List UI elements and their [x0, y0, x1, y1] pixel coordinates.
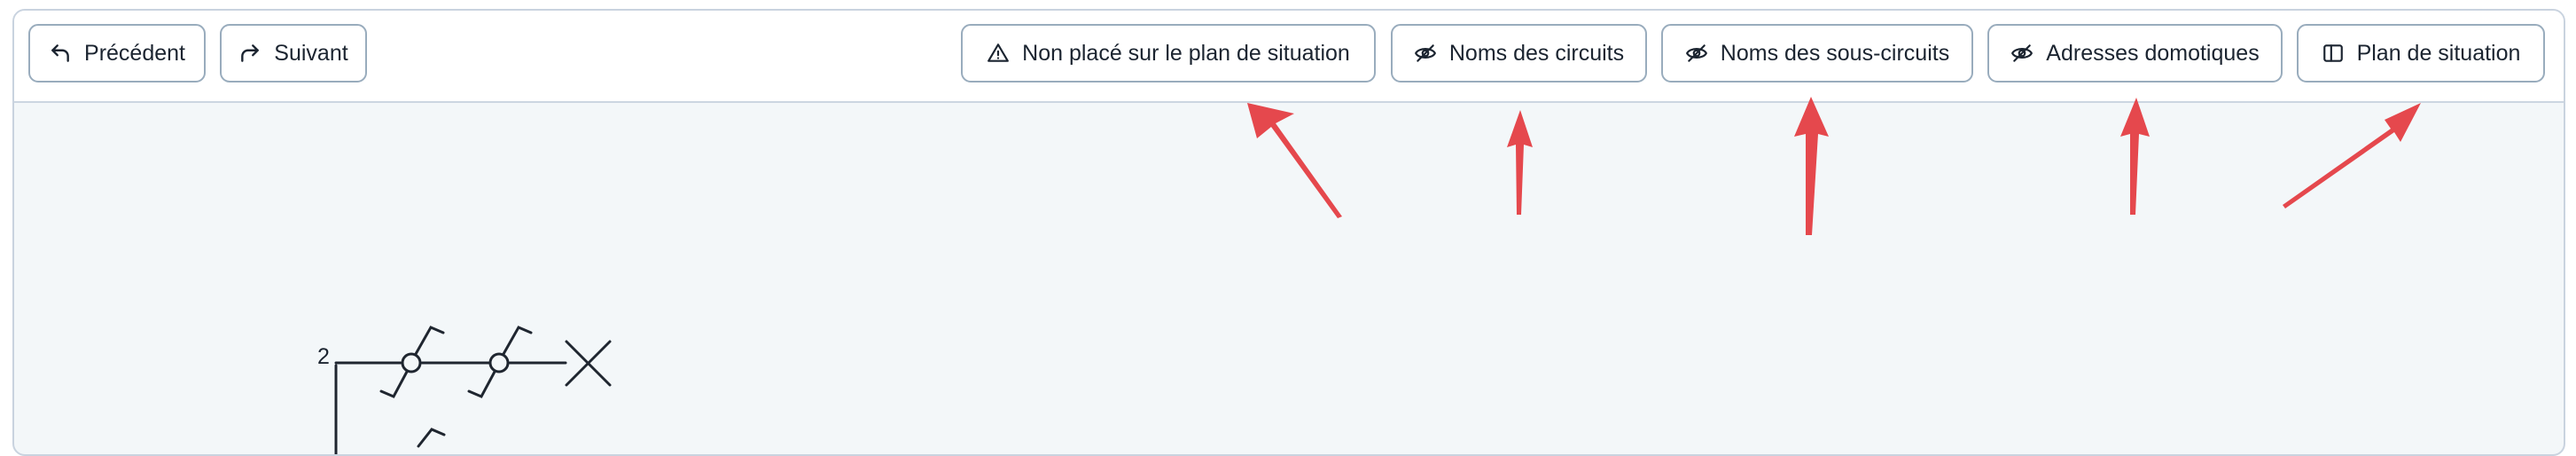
arrow-annotation [2283, 103, 2421, 208]
arrow-annotation [1794, 97, 1829, 235]
annotation-arrows [1247, 97, 2421, 235]
arrow-annotation [1507, 110, 1533, 215]
arrow-annotation [1247, 103, 1342, 218]
arrow-annotation [2120, 98, 2150, 215]
